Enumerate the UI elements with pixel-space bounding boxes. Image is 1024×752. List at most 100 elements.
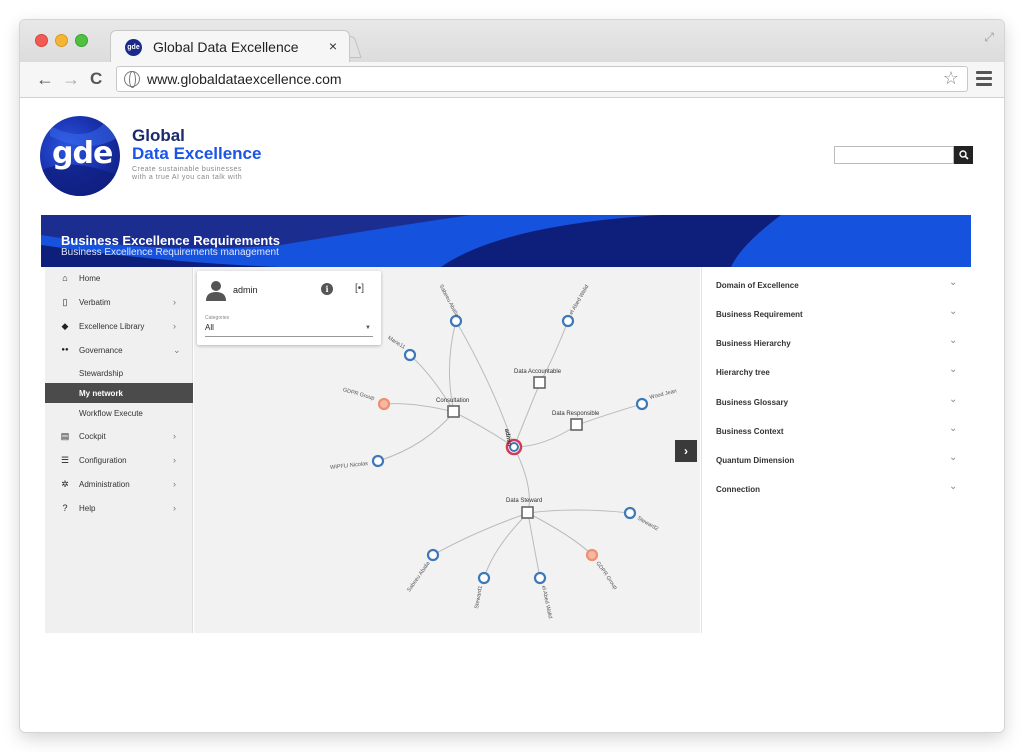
graph-leaf-node[interactable]: [585, 548, 599, 562]
chevron-down-icon: ⌄: [949, 452, 958, 463]
bookmark-star-icon[interactable]: ☆: [943, 68, 959, 89]
search-button[interactable]: [954, 146, 973, 164]
caret-down-icon: ▼: [365, 325, 371, 331]
address-bar[interactable]: www.globaldataexcellence.com ☆: [116, 66, 968, 92]
graph-edge: [527, 512, 593, 556]
sidebar-item-label: My network: [79, 389, 124, 398]
chevron-down-icon: ⌄: [949, 364, 958, 375]
diamond-icon: ◆: [61, 321, 69, 331]
sidebar-item-excellence-library[interactable]: ◆ Excellence Library ›: [45, 315, 193, 337]
sidebar-item-my-network[interactable]: My network: [45, 383, 193, 403]
accordion-connection[interactable]: Connection ⌄: [702, 471, 972, 499]
chevron-right-icon: ›: [173, 479, 176, 489]
sidebar-item-stewardship[interactable]: Stewardship: [45, 363, 193, 383]
graph-leaf-label: Marie11: [386, 335, 406, 350]
hub-node-data-responsible[interactable]: [570, 418, 583, 431]
accordion-label: Connection: [716, 485, 760, 494]
hub-node-data-accountable[interactable]: [533, 376, 546, 389]
graph-leaf-label: GDPR Group: [342, 387, 375, 402]
sidebar-item-cockpit[interactable]: ▤ Cockpit ›: [45, 425, 193, 447]
minimize-window-button[interactable]: [55, 34, 68, 47]
hamburger-menu-icon[interactable]: [976, 71, 992, 89]
graph-leaf-node[interactable]: [477, 571, 491, 585]
fullscreen-icon[interactable]: ⤢: [984, 30, 994, 45]
focus-center-icon[interactable]: [•]: [355, 283, 364, 294]
graph-edge: [527, 509, 631, 514]
book-icon: ▯: [62, 297, 68, 307]
sidebar-item-label: Workflow Execute: [79, 409, 143, 418]
zoom-window-button[interactable]: [75, 34, 88, 47]
browser-tab[interactable]: gde Global Data Excellence ×: [110, 30, 350, 62]
logo-text: gde: [52, 136, 113, 171]
sidebar-item-workflow-execute[interactable]: Workflow Execute: [45, 403, 193, 423]
back-button[interactable]: ←: [36, 69, 54, 90]
hub-label-data-accountable: Data Accountable: [514, 369, 562, 375]
search-input[interactable]: [834, 146, 954, 164]
url-text[interactable]: www.globaldataexcellence.com: [147, 71, 342, 87]
title-bar: gde Global Data Excellence × ⤢: [20, 20, 1004, 62]
graph-node-center[interactable]: admin: [503, 428, 523, 456]
chevron-right-icon: ›: [173, 455, 176, 465]
hub-node-consultation[interactable]: [447, 405, 460, 418]
sidebar-item-help[interactable]: ? Help ›: [45, 497, 193, 519]
graph-leaf-node[interactable]: [403, 348, 417, 362]
sidebar-item-configuration[interactable]: ☰ Configuration ›: [45, 449, 193, 471]
network-graph-area[interactable]: admin Consultation Data Accountable Data…: [194, 267, 700, 633]
tab-title: Global Data Excellence: [153, 39, 299, 55]
graph-leaf-node[interactable]: [426, 548, 440, 562]
graph-edge: [527, 512, 541, 579]
accordion-business-context[interactable]: Business Context ⌄: [702, 413, 972, 441]
home-icon: ⌂: [62, 273, 68, 283]
reload-button[interactable]: C: [90, 69, 102, 89]
graph-leaf-label: GDPR Group: [594, 561, 618, 591]
accordion-label: Hierarchy tree: [716, 368, 770, 377]
accordion-business-requirement[interactable]: Business Requirement ⌄: [702, 296, 972, 324]
chevron-down-icon: ⌄: [949, 423, 958, 434]
sidebar-item-label: Help: [79, 504, 96, 513]
expand-panel-button[interactable]: ›: [675, 440, 697, 462]
categories-label: Categories: [205, 315, 230, 321]
sidebar-item-governance[interactable]: ●● Governance ⌄: [45, 339, 193, 361]
chevron-down-icon: ⌄: [949, 481, 958, 492]
categories-select[interactable]: All ▼: [205, 323, 373, 337]
info-icon[interactable]: i: [321, 283, 333, 295]
accordion-quantum-dimension[interactable]: Quantum Dimension ⌄: [702, 442, 972, 470]
tab-close-icon[interactable]: ×: [329, 38, 337, 54]
graph-edge: [377, 411, 455, 462]
graph-leaf-label: WIPFLI Nicolas: [330, 461, 369, 471]
hub-node-data-steward[interactable]: [521, 506, 534, 519]
sidebar-nav: ⌂ Home ▯ Verbatim › ◆ Excellence Library…: [45, 267, 193, 633]
avatar-icon: [206, 281, 226, 301]
sidebar-item-label: Stewardship: [79, 369, 124, 378]
dashboard-icon: ▤: [60, 431, 70, 441]
gde-logo[interactable]: gde: [40, 116, 120, 196]
graph-leaf-node[interactable]: [623, 506, 637, 520]
graph-leaf-node[interactable]: [371, 454, 385, 468]
accordion-hierarchy-tree[interactable]: Hierarchy tree ⌄: [702, 354, 972, 382]
graph-leaf-node[interactable]: [533, 571, 547, 585]
brand-tagline-1: Create sustainable businesses: [132, 166, 242, 173]
graph-leaf-node[interactable]: [561, 314, 575, 328]
accordion-label: Business Hierarchy: [716, 339, 791, 348]
sidebar-item-administration[interactable]: ✲ Administration ›: [45, 473, 193, 495]
accordion-label: Quantum Dimension: [716, 456, 795, 465]
accordion-business-hierarchy[interactable]: Business Hierarchy ⌄: [702, 325, 972, 353]
sidebar-item-verbatim[interactable]: ▯ Verbatim ›: [45, 291, 193, 313]
accordion-business-glossary[interactable]: Business Glossary ⌄: [702, 384, 972, 412]
close-window-button[interactable]: [35, 34, 48, 47]
graph-leaf-node[interactable]: [635, 397, 649, 411]
sliders-icon: ☰: [60, 455, 70, 465]
graph-leaf-label: el Abed Walid: [569, 284, 591, 316]
accordion-label: Business Glossary: [716, 398, 789, 407]
graph-edge: [513, 382, 541, 448]
hub-label-data-steward: Data Steward: [506, 498, 542, 504]
graph-leaves[interactable]: Sabeeu Abalia el Abed Walid Marie11 GDPR Gr…: [330, 284, 678, 619]
graph-leaf-node[interactable]: [377, 397, 391, 411]
sidebar-item-home[interactable]: ⌂ Home: [45, 267, 193, 289]
forward-button[interactable]: →: [62, 69, 80, 90]
page-title: Business Excellence Requirements: [61, 233, 280, 248]
brand-tagline-2: with a true AI you can talk with: [132, 174, 243, 181]
accordion-domain-of-excellence[interactable]: Domain of Excellence ⌄: [702, 267, 972, 295]
graph-leaf-node[interactable]: [449, 314, 463, 328]
sidebar-item-label: Home: [79, 274, 101, 283]
